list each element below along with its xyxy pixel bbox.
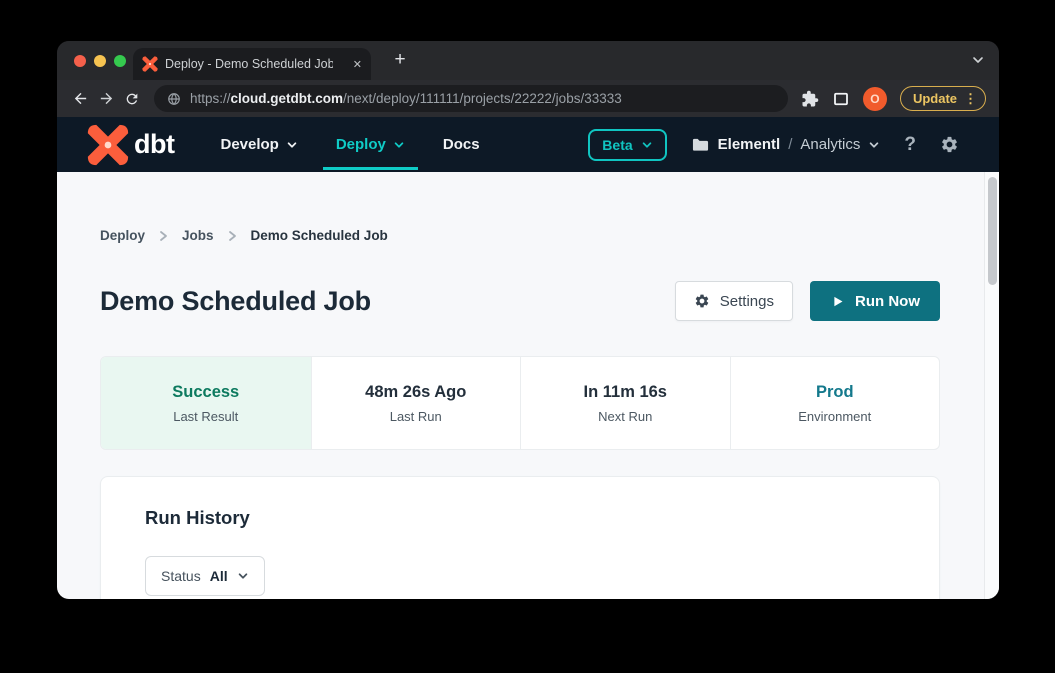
nav-item-develop[interactable]: Develop: [220, 136, 297, 153]
scrollbar-thumb[interactable]: [988, 177, 997, 285]
breadcrumb-current: Demo Scheduled Job: [251, 228, 388, 243]
page-title: Demo Scheduled Job: [100, 286, 371, 317]
play-icon: [830, 294, 845, 309]
stat-environment: Prod Environment: [730, 357, 940, 449]
page-actions: Settings Run Now: [675, 281, 940, 321]
stat-label: Last Result: [173, 409, 238, 424]
extensions-puzzle-icon[interactable]: [801, 90, 819, 108]
browser-window: Deploy - Demo Scheduled Job ✕ +: [57, 41, 999, 599]
browser-tab-strip: Deploy - Demo Scheduled Job ✕ +: [57, 41, 999, 80]
run-now-button[interactable]: Run Now: [810, 281, 940, 321]
nav-item-deploy[interactable]: Deploy: [336, 136, 405, 153]
scrollbar-track[interactable]: [984, 172, 999, 599]
url-address-bar[interactable]: https://cloud.getdbt.com/next/deploy/111…: [154, 85, 788, 112]
chevron-right-icon: [159, 230, 168, 242]
side-panel-icon[interactable]: [832, 90, 850, 108]
dbt-wordmark: dbt: [134, 129, 174, 160]
nav-right-cluster: Beta Elementl / Analytics ?: [588, 129, 959, 161]
kebab-menu-icon[interactable]: ⋮: [964, 91, 977, 107]
dbt-logo-icon: [87, 124, 129, 166]
dbt-brand[interactable]: dbt: [87, 124, 174, 166]
run-history-card: Run History Status All: [100, 476, 940, 599]
stat-last-result: Success Last Result: [101, 357, 311, 449]
reload-button[interactable]: [119, 86, 145, 112]
dbt-navbar: dbt Develop Deploy Docs Beta: [57, 117, 999, 172]
help-button[interactable]: ?: [904, 134, 916, 156]
settings-gear-icon[interactable]: [940, 135, 959, 154]
tab-close-icon[interactable]: ✕: [353, 58, 362, 71]
minimize-window-button[interactable]: [94, 55, 106, 67]
tab-strip-chevron-down-icon[interactable]: [971, 53, 985, 67]
breadcrumb-deploy[interactable]: Deploy: [100, 228, 145, 243]
nav-item-docs[interactable]: Docs: [443, 136, 480, 153]
project-switcher[interactable]: Elementl / Analytics: [691, 136, 881, 153]
nav-menu: Develop Deploy Docs: [220, 136, 479, 153]
globe-icon: [167, 92, 181, 106]
chevron-down-icon: [393, 139, 405, 151]
stat-value: Success: [172, 383, 239, 402]
page-content: Deploy Jobs Demo Scheduled Job Demo Sche…: [57, 172, 999, 599]
chevron-down-icon: [237, 570, 249, 582]
breadcrumb-jobs[interactable]: Jobs: [182, 228, 214, 243]
chevron-down-icon: [286, 139, 298, 151]
new-tab-button[interactable]: +: [385, 45, 415, 75]
stat-label: Last Run: [390, 409, 442, 424]
screenshot-stage: Deploy - Demo Scheduled Job ✕ +: [0, 0, 1055, 673]
browser-update-button[interactable]: Update ⋮: [900, 86, 986, 111]
folder-icon: [691, 136, 710, 153]
stat-next-run: In 11m 16s Next Run: [520, 357, 730, 449]
status-filter-dropdown[interactable]: Status All: [145, 556, 265, 596]
chevron-down-icon: [868, 139, 880, 151]
stat-value: In 11m 16s: [584, 383, 667, 402]
beta-dropdown[interactable]: Beta: [588, 129, 666, 161]
stat-label: Environment: [798, 409, 871, 424]
run-history-title: Run History: [145, 507, 895, 529]
stat-value: 48m 26s Ago: [365, 383, 466, 402]
job-stats-row: Success Last Result 48m 26s Ago Last Run…: [100, 356, 940, 450]
zoom-window-button[interactable]: [114, 55, 126, 67]
url-text: https://cloud.getdbt.com/next/deploy/111…: [190, 91, 622, 106]
settings-button[interactable]: Settings: [675, 281, 793, 321]
tab-title: Deploy - Demo Scheduled Job: [165, 57, 333, 71]
stat-value: Prod: [816, 383, 854, 402]
dbt-favicon-icon: [142, 56, 158, 72]
forward-button[interactable]: [93, 86, 119, 112]
close-window-button[interactable]: [74, 55, 86, 67]
gear-icon: [694, 293, 710, 309]
back-button[interactable]: [67, 86, 93, 112]
browser-toolbar: https://cloud.getdbt.com/next/deploy/111…: [57, 80, 999, 117]
browser-tab[interactable]: Deploy - Demo Scheduled Job ✕: [133, 48, 371, 80]
chevron-down-icon: [641, 139, 653, 151]
stat-label: Next Run: [598, 409, 652, 424]
window-controls: [74, 55, 126, 67]
toolbar-right-cluster: O Update ⋮: [801, 86, 986, 111]
profile-avatar[interactable]: O: [863, 87, 887, 111]
chevron-right-icon: [228, 230, 237, 242]
breadcrumb: Deploy Jobs Demo Scheduled Job: [100, 228, 940, 243]
stat-last-run: 48m 26s Ago Last Run: [311, 357, 521, 449]
